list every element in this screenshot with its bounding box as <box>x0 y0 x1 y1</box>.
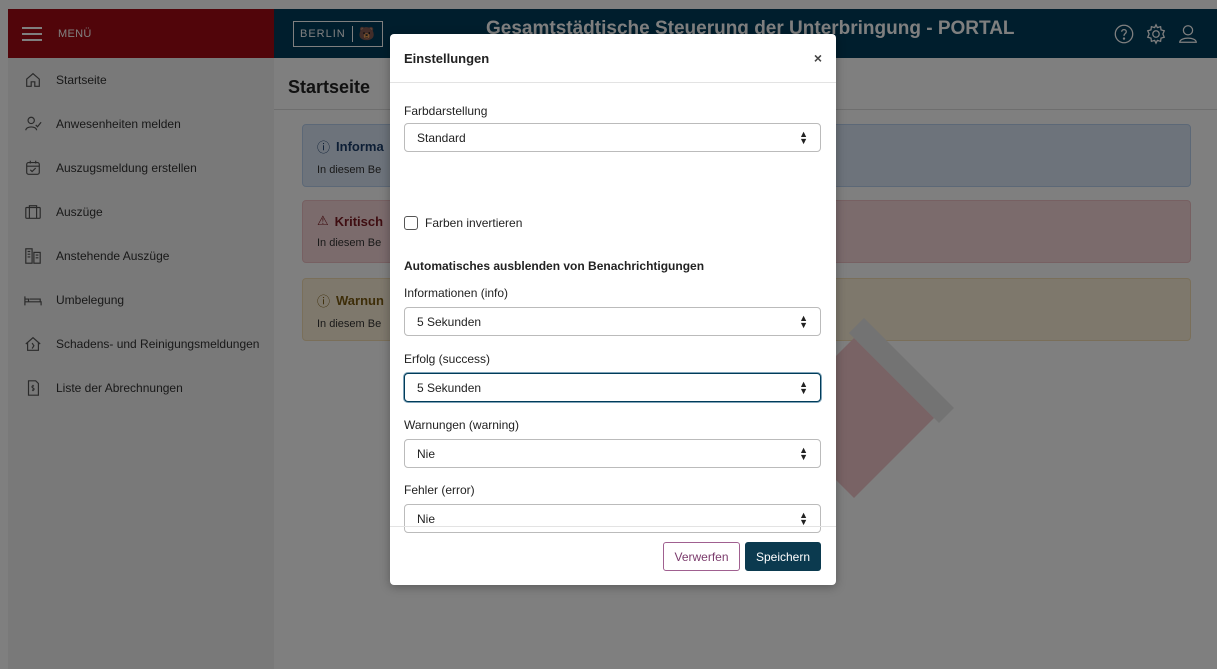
color-mode-select[interactable]: Standard ▲ ▼ <box>404 123 821 152</box>
chevron-updown-icon: ▲ ▼ <box>799 510 808 527</box>
chevron-updown-icon: ▲ ▼ <box>799 129 808 146</box>
warning-label: Warnungen (warning) <box>404 418 519 432</box>
error-label: Fehler (error) <box>404 483 475 497</box>
section-heading: Automatisches ausblenden von Benachricht… <box>404 259 705 273</box>
invert-colors-checkbox[interactable] <box>404 216 418 230</box>
select-value: Nie <box>417 446 436 461</box>
select-value: Standard <box>417 130 466 145</box>
success-label: Erfolg (success) <box>404 352 491 366</box>
close-icon[interactable]: × <box>814 50 822 66</box>
select-value: 5 Sekunden <box>417 380 482 395</box>
chevron-updown-icon: ▲ ▼ <box>799 379 808 396</box>
info-label: Informationen (info) <box>404 286 509 300</box>
select-value: 5 Sekunden <box>417 314 482 329</box>
chevron-updown-icon: ▲ ▼ <box>799 445 808 462</box>
save-button[interactable]: Speichern <box>745 542 821 571</box>
settings-dialog: Einstellungen × Farbdarstellung Standard… <box>390 34 836 585</box>
dialog-title: Einstellungen <box>404 50 490 66</box>
success-duration-select[interactable]: 5 Sekunden ▲ ▼ <box>404 373 821 402</box>
invert-colors-label: Farben invertieren <box>425 216 523 230</box>
color-mode-label: Farbdarstellung <box>404 104 488 118</box>
select-value: Nie <box>417 511 436 526</box>
discard-button[interactable]: Verwerfen <box>663 542 740 571</box>
chevron-updown-icon: ▲ ▼ <box>799 313 808 330</box>
invert-colors-row[interactable]: Farben invertieren <box>404 216 522 230</box>
info-duration-select[interactable]: 5 Sekunden ▲ ▼ <box>404 307 821 336</box>
warning-duration-select[interactable]: Nie ▲ ▼ <box>404 439 821 468</box>
